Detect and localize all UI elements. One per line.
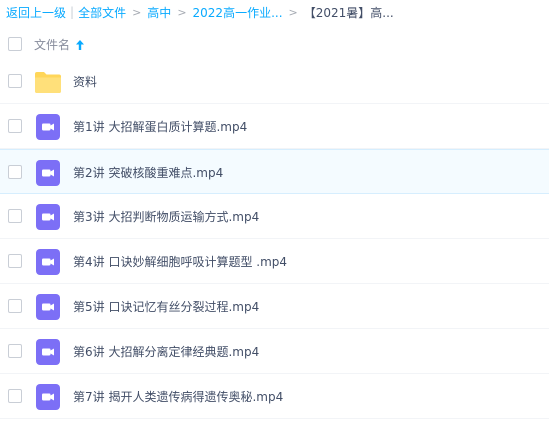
file-list: 资料 第1讲 大招解蛋白质计算题.mp4 第2讲 突破核酸重难点.mp4 第3讲… [0,59,549,419]
file-row-video[interactable]: 第2讲 突破核酸重难点.mp4 [0,149,549,194]
sort-by-name-button[interactable]: 文件名 [34,36,85,53]
row-checkbox[interactable] [8,165,22,179]
file-row-video[interactable]: 第6讲 大招解分离定律经典题.mp4 [0,329,549,374]
file-name: 第1讲 大招解蛋白质计算题.mp4 [73,120,248,134]
file-row-folder[interactable]: 资料 [0,59,549,104]
video-icon [36,294,60,320]
file-name: 第6讲 大招解分离定律经典题.mp4 [73,345,260,359]
file-name: 第7讲 揭开人类遗传病得遗传奥秘.mp4 [73,390,284,404]
file-name: 第5讲 口诀记忆有丝分裂过程.mp4 [73,300,260,314]
arrow-up-icon [76,39,85,50]
chevron-right-icon: > [132,5,142,19]
row-checkbox[interactable] [8,254,22,268]
file-list-header: 文件名 [0,31,549,57]
file-name: 第4讲 口诀妙解细胞呼吸计算题型 .mp4 [73,255,288,269]
chevron-right-icon: > [288,5,298,19]
video-icon [36,249,60,275]
back-link[interactable]: 返回上一级 [6,4,66,21]
row-checkbox[interactable] [8,299,22,313]
file-row-video[interactable]: 第7讲 揭开人类遗传病得遗传奥秘.mp4 [0,374,549,419]
all-files-link[interactable]: 全部文件 [78,4,126,21]
breadcrumb-current: 【2021暑】高... [303,5,394,20]
breadcrumb: 返回上一级 | 全部文件 > 高中 > 2022高一作业... > 【2021暑… [6,3,394,21]
row-checkbox[interactable] [8,389,22,403]
file-name: 第2讲 突破核酸重难点.mp4 [73,166,224,180]
video-icon [36,160,60,186]
file-row-video[interactable]: 第3讲 大招判断物质运输方式.mp4 [0,194,549,239]
file-row-video[interactable]: 第5讲 口诀记忆有丝分裂过程.mp4 [0,284,549,329]
file-name: 资料 [73,75,98,89]
video-icon [36,114,60,140]
breadcrumb-item-2022-homework[interactable]: 2022高一作业... [193,4,283,21]
folder-icon [35,72,61,93]
video-icon [36,204,60,230]
row-checkbox[interactable] [8,74,22,88]
row-checkbox[interactable] [8,119,22,133]
select-all-checkbox[interactable] [8,37,22,51]
column-name-label: 文件名 [34,38,71,52]
file-name: 第3讲 大招判断物质运输方式.mp4 [73,210,260,224]
file-row-video[interactable]: 第1讲 大招解蛋白质计算题.mp4 [0,104,549,149]
video-icon [36,339,60,365]
chevron-right-icon: > [177,5,187,19]
breadcrumb-item-high-school[interactable]: 高中 [147,4,171,21]
breadcrumb-divider: | [70,5,75,19]
row-checkbox[interactable] [8,344,22,358]
file-row-video[interactable]: 第4讲 口诀妙解细胞呼吸计算题型 .mp4 [0,239,549,284]
row-checkbox[interactable] [8,209,22,223]
video-icon [36,384,60,410]
